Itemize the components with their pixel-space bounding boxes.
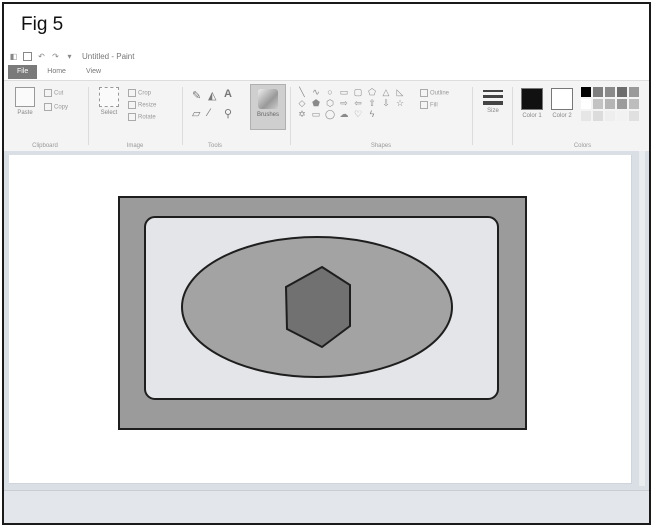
copy-icon xyxy=(44,103,52,111)
shapes-gallery[interactable]: ╲ ∿ ○ ▭ ▢ ⬠ △ ◺ ◇ ⬟ ⬡ ⇨ ⇦ ⇧ ⇩ ☆ ✡ ▭ ◯ ☁ … xyxy=(296,87,416,119)
oval-callout-shape-icon[interactable]: ◯ xyxy=(324,109,336,119)
crop-icon xyxy=(128,89,136,97)
tools-group: ✎ ◭ A ▱ ⁄ ⚲ Tools xyxy=(184,81,246,151)
size-label: Size xyxy=(487,108,499,114)
up-arrow-shape-icon[interactable]: ⇧ xyxy=(366,98,378,108)
brushes-button[interactable]: Brushes xyxy=(250,84,286,130)
paint-app-icon[interactable]: ◧ xyxy=(9,52,18,61)
tab-file[interactable]: File xyxy=(8,65,38,79)
fill-bucket-icon[interactable]: ◭ xyxy=(208,89,216,102)
ribbon-divider xyxy=(88,87,89,145)
save-icon[interactable] xyxy=(23,51,32,61)
status-bar xyxy=(4,490,649,523)
rotate-button[interactable]: Rotate xyxy=(128,113,156,121)
image-group-label: Image xyxy=(126,143,144,149)
brushes-label: Brushes xyxy=(256,112,279,118)
title-bar: ◧ ↶ ↷ ▾ Untitled - Paint xyxy=(4,48,649,64)
outline-icon xyxy=(420,89,428,97)
diamond-shape-icon[interactable]: ◇ xyxy=(296,98,308,108)
image-group: Select Crop Resize Rotate Image xyxy=(90,81,180,151)
hexagon-shape-icon[interactable]: ⬡ xyxy=(324,98,336,108)
clipboard-group: Paste Cut Copy Clipboard xyxy=(4,81,86,151)
fill-icon xyxy=(420,101,428,109)
color-picker-icon[interactable]: ⁄ xyxy=(208,107,210,119)
rounded-rectangle-shape-icon[interactable]: ▢ xyxy=(352,87,364,97)
rectangle-shape-icon[interactable]: ▭ xyxy=(338,87,350,97)
eraser-icon[interactable]: ▱ xyxy=(192,107,200,120)
star-six-shape-icon[interactable]: ✡ xyxy=(296,109,308,119)
ribbon-tabs: File Home View xyxy=(4,65,649,79)
callout-shape-icon[interactable]: ▭ xyxy=(310,109,322,119)
drawing-layer xyxy=(118,196,527,430)
line-shape-icon[interactable]: ╲ xyxy=(296,87,308,97)
figure-frame: Fig 5 ◧ ↶ ↷ ▾ Untitled - Paint File Home… xyxy=(2,2,651,525)
paste-icon xyxy=(15,87,35,107)
cut-button[interactable]: Cut xyxy=(44,89,63,97)
down-arrow-shape-icon[interactable]: ⇩ xyxy=(380,98,392,108)
paste-label: Paste xyxy=(17,110,33,116)
outline-button[interactable]: Outline xyxy=(420,89,449,97)
crop-label: Crop xyxy=(138,90,152,97)
polygon-shape-icon[interactable]: ⬠ xyxy=(366,87,378,97)
resize-icon xyxy=(128,101,136,109)
colors-group: Colors xyxy=(516,81,649,151)
ribbon-divider xyxy=(512,87,513,145)
paste-button[interactable]: Paste xyxy=(12,87,38,116)
shapes-group-label: Shapes xyxy=(370,143,392,149)
pencil-icon[interactable]: ✎ xyxy=(192,89,201,102)
pentagon-shape-icon[interactable]: ⬟ xyxy=(310,98,322,108)
lightning-shape-icon[interactable]: ϟ xyxy=(366,109,378,119)
redo-icon[interactable]: ↷ xyxy=(51,52,60,61)
select-icon xyxy=(99,87,119,107)
magnifier-icon[interactable]: ⚲ xyxy=(224,107,232,120)
brush-icon xyxy=(258,89,278,109)
resize-button[interactable]: Resize xyxy=(128,101,156,109)
right-arrow-shape-icon[interactable]: ⇨ xyxy=(338,98,350,108)
clipboard-group-label: Clipboard xyxy=(32,143,58,149)
star-shape-icon[interactable]: ☆ xyxy=(394,98,406,108)
fill-label: Fill xyxy=(430,102,438,109)
ribbon-divider xyxy=(290,87,291,145)
resize-label: Resize xyxy=(138,102,157,109)
colors-group-label: Colors xyxy=(573,143,592,149)
window-title: Untitled - Paint xyxy=(82,51,135,61)
text-tool-icon[interactable]: A xyxy=(224,88,232,100)
size-button[interactable]: Size xyxy=(480,87,506,114)
canvas-workspace xyxy=(4,151,649,523)
rotate-label: Rotate xyxy=(138,114,156,121)
oval-shape-icon[interactable]: ○ xyxy=(324,87,336,97)
fill-button[interactable]: Fill xyxy=(420,101,438,109)
scissors-icon xyxy=(44,89,52,97)
cut-label: Cut xyxy=(54,90,64,97)
tools-group-label: Tools xyxy=(207,143,222,149)
undo-icon[interactable]: ↶ xyxy=(37,52,46,61)
tab-view[interactable]: View xyxy=(76,65,111,79)
line-size-icon xyxy=(480,90,506,105)
heart-shape-icon[interactable]: ♡ xyxy=(352,109,364,119)
copy-button[interactable]: Copy xyxy=(44,103,68,111)
left-arrow-shape-icon[interactable]: ⇦ xyxy=(352,98,364,108)
crop-button[interactable]: Crop xyxy=(128,89,151,97)
rotate-icon xyxy=(128,113,136,121)
copy-label: Copy xyxy=(54,104,69,111)
figure-label: Fig 5 xyxy=(21,14,64,35)
outline-label: Outline xyxy=(430,90,450,97)
triangle-shape-icon[interactable]: △ xyxy=(380,87,392,97)
ribbon-divider xyxy=(182,87,183,145)
right-triangle-shape-icon[interactable]: ◺ xyxy=(394,87,406,97)
cloud-callout-shape-icon[interactable]: ☁ xyxy=(338,109,350,119)
ribbon: Paste Cut Copy Clipboard Select Crop Res… xyxy=(4,80,649,152)
ribbon-divider xyxy=(472,87,473,145)
select-label: Select xyxy=(100,110,118,116)
select-button[interactable]: Select xyxy=(96,87,122,116)
customize-toolbar-icon[interactable]: ▾ xyxy=(65,52,74,61)
curve-shape-icon[interactable]: ∿ xyxy=(310,87,322,97)
tab-home[interactable]: Home xyxy=(37,65,76,79)
